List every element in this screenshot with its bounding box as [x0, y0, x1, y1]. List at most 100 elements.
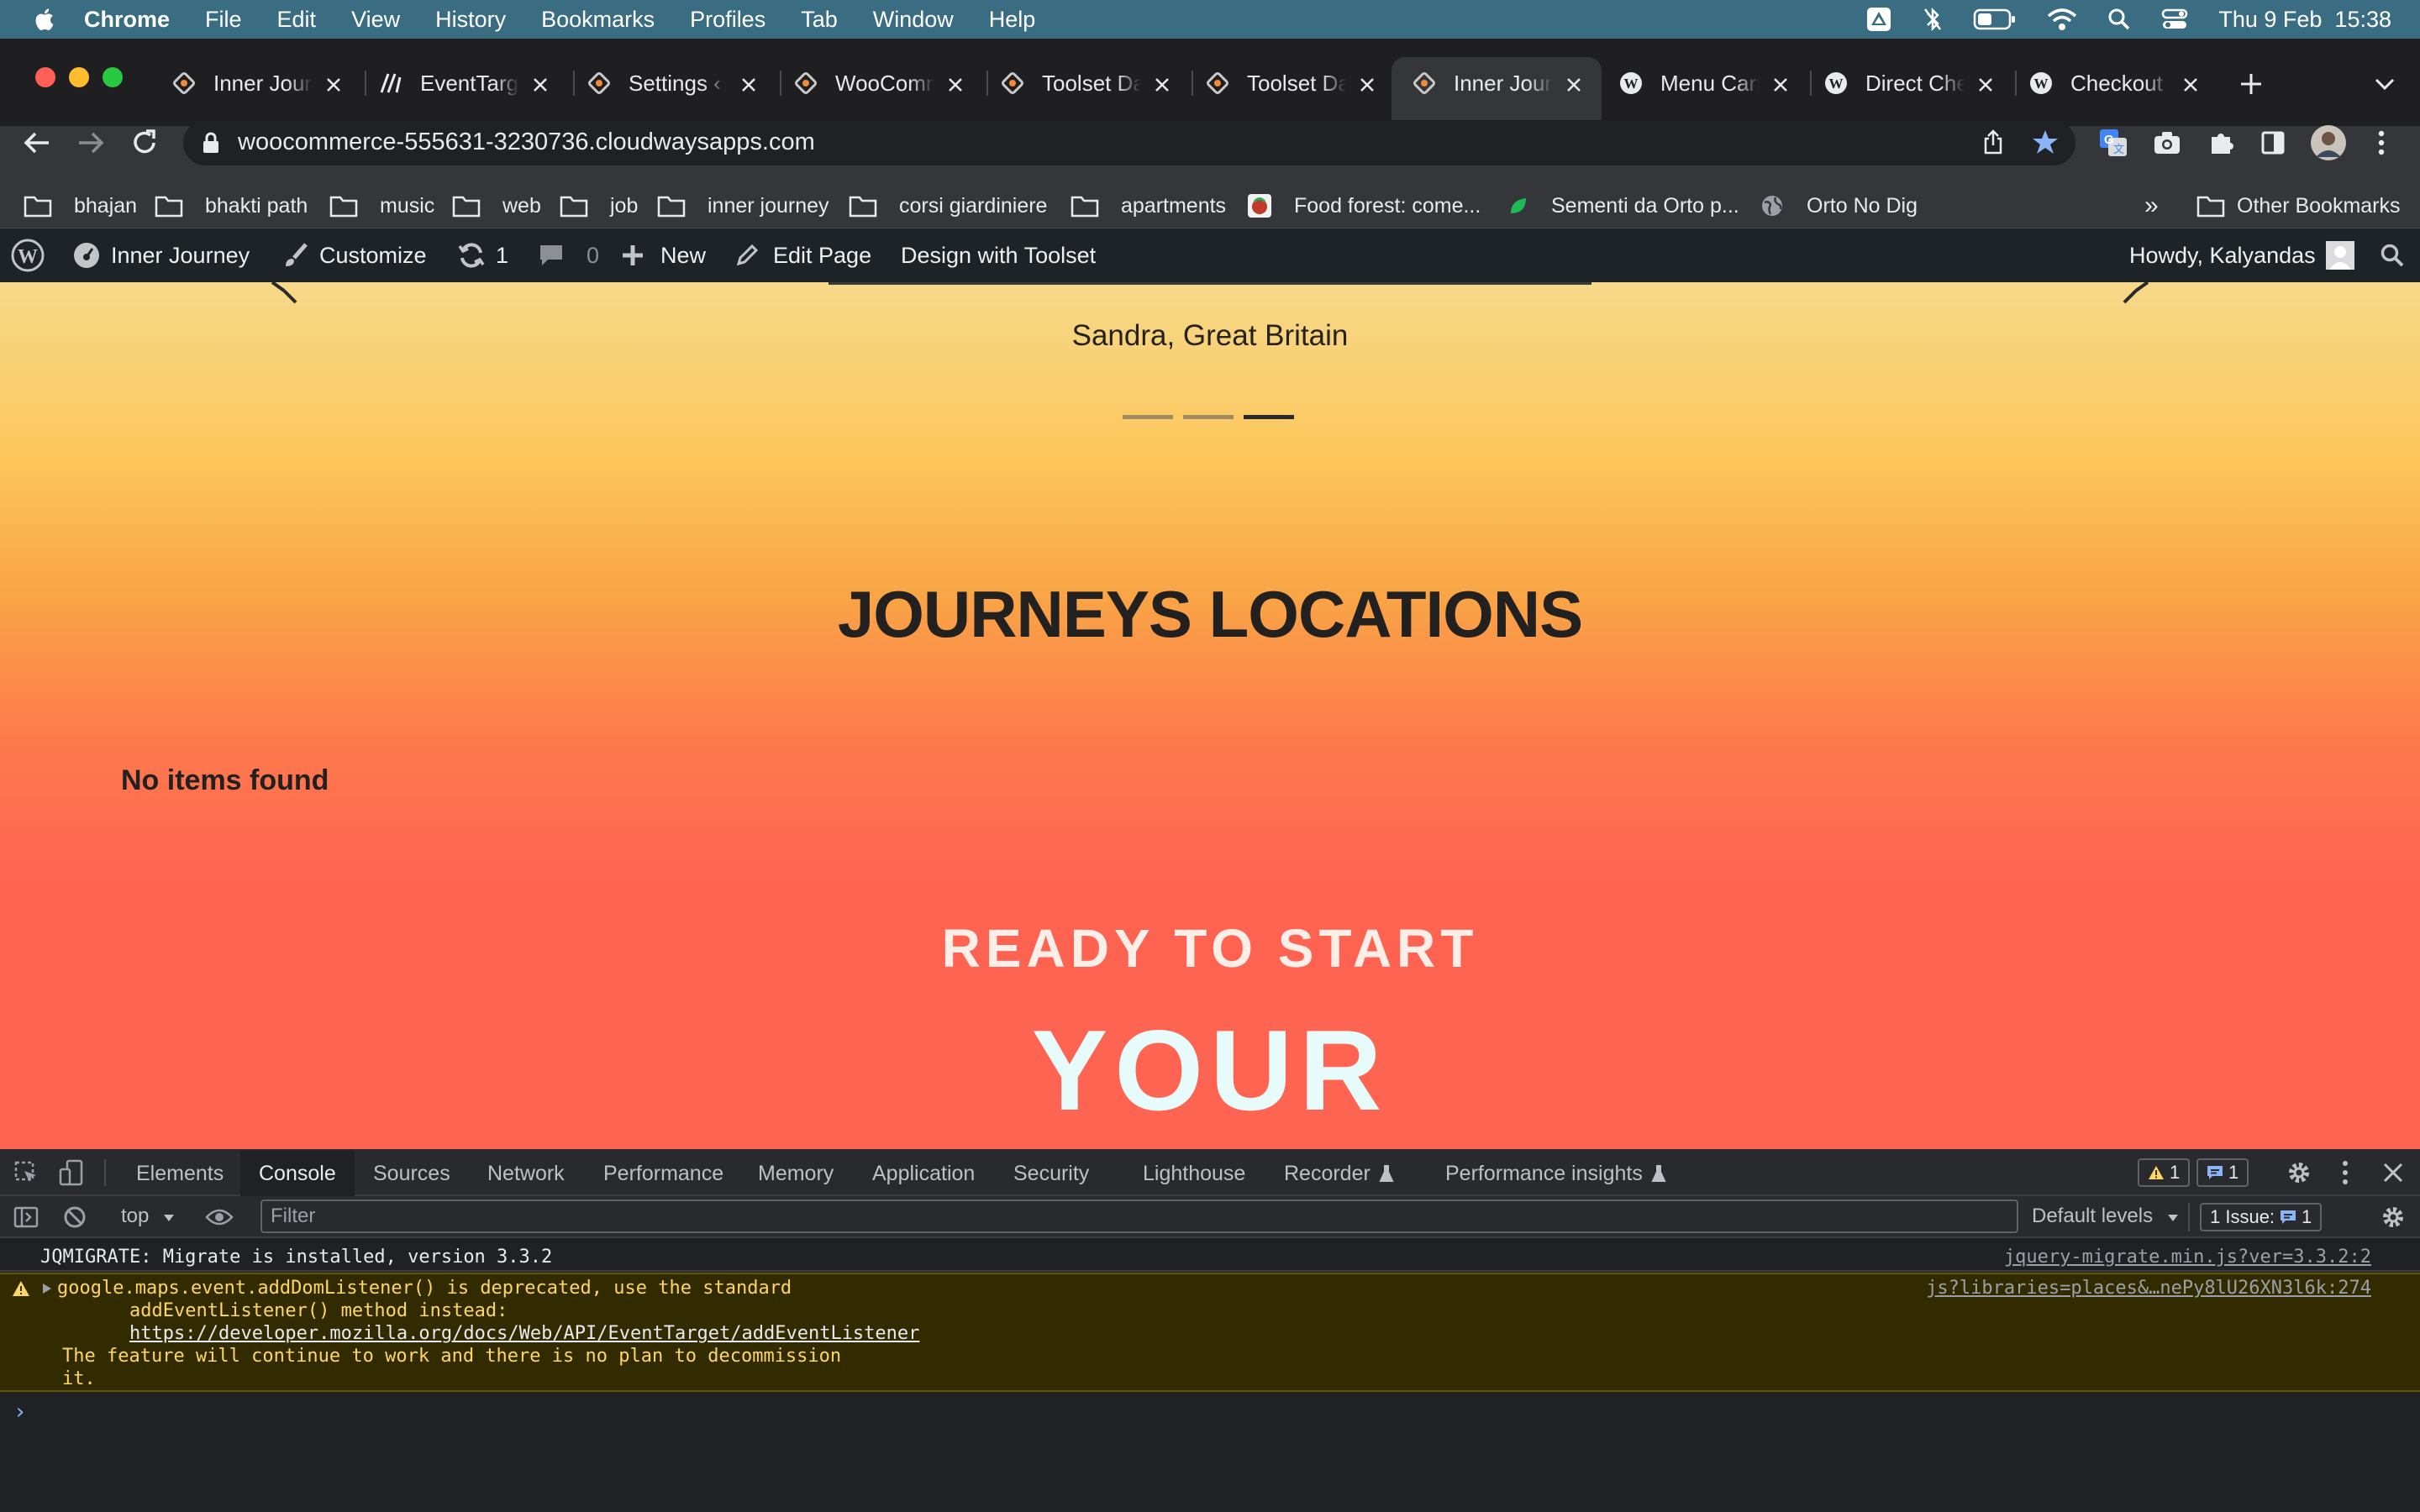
- sidebar-toggle-icon[interactable]: [13, 1206, 39, 1228]
- browser-tab[interactable]: W Checkout: [2028, 59, 2200, 108]
- google-translate-icon[interactable]: G文: [2099, 129, 2128, 157]
- forward-arrow-icon[interactable]: [76, 129, 106, 157]
- devtools-tab-network[interactable]: Network: [471, 1151, 581, 1196]
- console-settings-gear-icon[interactable]: [2380, 1204, 2407, 1231]
- tab-close-icon[interactable]: [2181, 74, 2200, 92]
- menu-file[interactable]: File: [205, 7, 242, 33]
- spotlight-search-icon[interactable]: [2107, 8, 2131, 31]
- bookmark-item[interactable]: bhakti path: [155, 183, 308, 228]
- wp-site-name[interactable]: Inner Journey: [72, 228, 250, 282]
- menu-edit[interactable]: Edit: [277, 7, 317, 33]
- menu-tab[interactable]: Tab: [801, 7, 838, 33]
- bookmark-item[interactable]: music: [329, 183, 434, 228]
- wp-customize-link[interactable]: Customize: [282, 228, 427, 282]
- devtools-tab-elements[interactable]: Elements: [119, 1151, 240, 1196]
- share-icon[interactable]: [1981, 129, 2005, 155]
- reload-icon[interactable]: [129, 128, 160, 158]
- menu-app-name[interactable]: Chrome: [84, 7, 170, 33]
- window-zoom-button[interactable]: [103, 67, 123, 87]
- tab-close-icon[interactable]: [739, 74, 758, 92]
- menu-bookmarks[interactable]: Bookmarks: [541, 7, 655, 33]
- browser-tab[interactable]: W Menu Cart: [1618, 59, 1790, 108]
- menu-help[interactable]: Help: [989, 7, 1036, 33]
- devtools-tab-performance[interactable]: Performance: [587, 1151, 740, 1196]
- battery-icon[interactable]: [1973, 8, 2017, 31]
- devtools-more-icon[interactable]: [2341, 1159, 2349, 1186]
- devtools-tab-recorder[interactable]: Recorder: [1267, 1151, 1411, 1196]
- lock-icon[interactable]: [202, 132, 220, 154]
- tab-close-icon[interactable]: [324, 74, 343, 92]
- bookmark-item[interactable]: bhajan: [24, 183, 137, 228]
- bookmark-item[interactable]: inner journey: [657, 183, 829, 228]
- bookmark-item[interactable]: web: [452, 183, 541, 228]
- issues-counter[interactable]: 1 Issue: 1: [2200, 1203, 2323, 1231]
- browser-tab[interactable]: Toolset Dashboard: [1205, 59, 1376, 108]
- devtools-close-icon[interactable]: [2381, 1161, 2405, 1184]
- tab-close-icon[interactable]: [1976, 74, 1995, 92]
- browser-tab[interactable]: WooCommerce: [793, 59, 965, 108]
- wifi-icon[interactable]: [2047, 8, 2077, 31]
- devtools-tab-performance-insights[interactable]: Performance insights: [1428, 1151, 1683, 1196]
- console-prompt[interactable]: ›: [13, 1399, 27, 1425]
- camera-extension-icon[interactable]: [2153, 130, 2181, 155]
- clear-console-icon[interactable]: [62, 1205, 87, 1230]
- devtools-tab-sources[interactable]: Sources: [356, 1151, 467, 1196]
- tab-close-icon[interactable]: [1771, 74, 1790, 92]
- menu-history[interactable]: History: [435, 7, 506, 33]
- tab-close-icon[interactable]: [1565, 74, 1583, 92]
- warnings-counter[interactable]: 1: [2138, 1158, 2191, 1187]
- profile-avatar[interactable]: [2311, 125, 2346, 160]
- slider-dot-2[interactable]: [1183, 415, 1234, 419]
- apple-icon[interactable]: [32, 6, 59, 33]
- wp-account-menu[interactable]: Howdy, Kalyandas: [2129, 228, 2365, 282]
- bookmark-item[interactable]: Food forest: come...: [1247, 183, 1481, 228]
- console-filter-input[interactable]: [260, 1200, 2018, 1233]
- wp-edit-page-link[interactable]: Edit Page: [734, 228, 871, 282]
- console-source-link-maps[interactable]: js?libraries=places&…nePy8lU26XN3l6k:274: [1926, 1278, 2371, 1299]
- drive-icon[interactable]: [1865, 6, 1892, 33]
- messages-counter[interactable]: 1: [2196, 1158, 2249, 1187]
- wp-updates-link[interactable]: 1: [457, 228, 508, 282]
- devtools-tab-application[interactable]: Application: [855, 1151, 992, 1196]
- browser-tab[interactable]: W Direct Checkout: [1823, 59, 1995, 108]
- live-expression-eye-icon[interactable]: [205, 1208, 234, 1226]
- wp-comments-link[interactable]: 0: [538, 228, 599, 282]
- devtools-settings-gear-icon[interactable]: [2286, 1159, 2312, 1186]
- browser-tab-active[interactable]: Inner Journey: [1412, 59, 1583, 108]
- devtools-tab-memory[interactable]: Memory: [741, 1151, 850, 1196]
- wp-logo-menu[interactable]: W: [10, 228, 55, 282]
- other-bookmarks-folder[interactable]: Other Bookmarks: [2196, 183, 2401, 228]
- browser-tab[interactable]: Inner Journey: [171, 59, 343, 108]
- menu-profiles[interactable]: Profiles: [690, 7, 765, 33]
- extensions-puzzle-icon[interactable]: [2208, 129, 2235, 155]
- tab-close-icon[interactable]: [531, 74, 550, 92]
- bluetooth-off-icon[interactable]: [1923, 6, 1943, 33]
- bookmark-item[interactable]: corsi giardiniere: [849, 183, 1047, 228]
- warning-doc-link[interactable]: https://developer.mozilla.org/docs/Web/A…: [129, 1323, 919, 1344]
- wp-new-content-link[interactable]: New: [620, 228, 706, 282]
- browser-tab[interactable]: EventTarget: [378, 59, 550, 108]
- slider-dot-1[interactable]: [1123, 415, 1173, 419]
- url-text[interactable]: woocommerce-555631-3230736.cloudwaysapps…: [238, 129, 815, 156]
- control-center-icon[interactable]: [2161, 8, 2188, 31]
- bookmark-item[interactable]: Orto No Dig: [1760, 183, 1918, 228]
- back-arrow-icon[interactable]: [22, 129, 52, 157]
- wp-search-icon[interactable]: [2380, 243, 2405, 268]
- bookmark-star-icon[interactable]: [2032, 129, 2059, 155]
- bookmark-item[interactable]: Sementi da Orto p...: [1507, 183, 1739, 228]
- menubar-clock[interactable]: Thu 9 Feb 15:38: [2218, 7, 2391, 33]
- inspect-element-icon[interactable]: [13, 1160, 39, 1185]
- execution-context-select[interactable]: top: [121, 1205, 175, 1228]
- window-minimize-button[interactable]: [69, 67, 89, 87]
- tab-close-icon[interactable]: [1358, 74, 1376, 92]
- expand-triangle-icon[interactable]: [42, 1283, 52, 1294]
- console-source-link-jqmigrate[interactable]: jquery-migrate.min.js?ver=3.3.2:2: [2004, 1247, 2371, 1268]
- tab-search-chevron-icon[interactable]: [2373, 74, 2396, 94]
- bookmark-item[interactable]: apartments: [1071, 183, 1226, 228]
- side-panel-icon[interactable]: [2260, 130, 2286, 155]
- slider-prev-arrow-icon[interactable]: [267, 282, 301, 307]
- bookmark-item[interactable]: job: [560, 183, 638, 228]
- log-levels-select[interactable]: Default levels: [2032, 1205, 2179, 1228]
- menu-view[interactable]: View: [351, 7, 400, 33]
- slider-dot-3[interactable]: [1244, 415, 1294, 419]
